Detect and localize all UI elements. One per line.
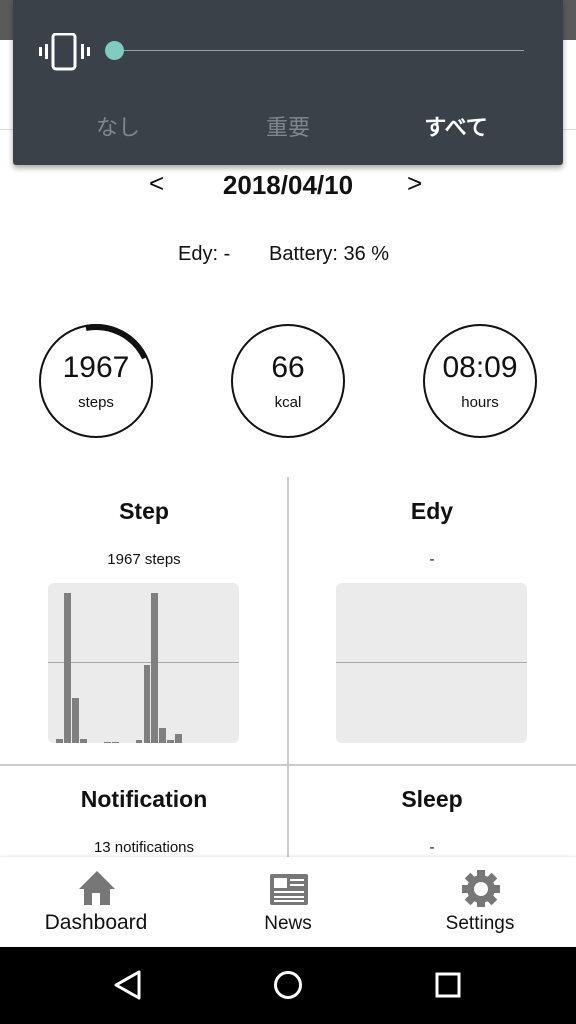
edy-card-title[interactable]: Edy bbox=[288, 498, 576, 525]
step-bar bbox=[143, 665, 151, 743]
option-important[interactable]: 重要 bbox=[228, 110, 348, 142]
vibrate-icon[interactable] bbox=[38, 33, 92, 71]
steps-value: 1967 bbox=[62, 351, 130, 384]
sleep-card-title[interactable]: Sleep bbox=[288, 786, 576, 813]
hours-ring: 08:09 hours bbox=[422, 323, 538, 439]
nav-news[interactable]: News bbox=[192, 857, 384, 947]
gear-icon bbox=[462, 870, 500, 907]
home-icon bbox=[79, 871, 115, 905]
step-bar bbox=[175, 734, 183, 743]
step-bar bbox=[103, 742, 111, 743]
bottom-nav: Dashboard News Settings bbox=[0, 857, 576, 947]
kcal-ring: 66 kcal bbox=[230, 323, 346, 439]
nav-dashboard[interactable]: Dashboard bbox=[0, 857, 192, 947]
date-label: 2018/04/10 bbox=[222, 170, 354, 200]
notification-card-title[interactable]: Notification bbox=[0, 786, 288, 813]
step-bar bbox=[71, 698, 79, 743]
steps-unit: steps bbox=[78, 394, 114, 411]
nav-label: Settings bbox=[445, 913, 515, 934]
notification-card-subtitle: 13 notifications bbox=[93, 839, 195, 856]
hours-unit: hours bbox=[461, 394, 499, 411]
edy-status: Edy: - bbox=[178, 243, 231, 265]
nav-label: Dashboard bbox=[44, 911, 148, 934]
chart-midline bbox=[336, 662, 527, 663]
kcal-value: 66 bbox=[271, 351, 305, 384]
step-card-title[interactable]: Step bbox=[0, 498, 288, 525]
step-bar bbox=[111, 742, 119, 743]
option-none[interactable]: なし bbox=[58, 110, 178, 142]
recents-icon[interactable] bbox=[432, 969, 464, 1001]
nav-settings[interactable]: Settings bbox=[384, 857, 576, 947]
edy-chart bbox=[336, 583, 527, 743]
step-bar bbox=[79, 739, 87, 743]
news-icon bbox=[270, 874, 308, 905]
step-bar bbox=[151, 592, 159, 743]
edy-card-subtitle: - bbox=[429, 551, 435, 568]
step-bar bbox=[167, 740, 175, 743]
grid-divider-horizontal bbox=[0, 764, 576, 766]
step-bar bbox=[55, 739, 63, 743]
hours-value: 08:09 bbox=[442, 351, 518, 384]
step-card-subtitle: 1967 steps bbox=[107, 551, 181, 568]
date-selector: 2018/04/10 < > bbox=[0, 168, 576, 204]
next-date-button[interactable]: > bbox=[407, 168, 422, 199]
volume-slider-thumb[interactable] bbox=[105, 41, 124, 60]
back-icon[interactable] bbox=[112, 969, 144, 1001]
step-bar bbox=[159, 728, 167, 743]
nav-label: News bbox=[264, 913, 312, 934]
system-nav-bar bbox=[0, 947, 576, 1024]
battery-status: Battery: 36 % bbox=[269, 243, 390, 265]
volume-slider-track[interactable] bbox=[106, 50, 524, 51]
volume-panel: なし 重要 すべて bbox=[13, 0, 563, 165]
step-bar bbox=[135, 740, 143, 743]
chart-midline bbox=[48, 662, 239, 663]
steps-ring: 1967 steps bbox=[38, 323, 154, 439]
option-all[interactable]: すべて bbox=[396, 110, 516, 142]
home-circle-icon[interactable] bbox=[272, 969, 304, 1001]
prev-date-button[interactable]: < bbox=[149, 168, 164, 199]
kcal-unit: kcal bbox=[274, 394, 302, 411]
sleep-card-subtitle: - bbox=[429, 839, 435, 856]
step-chart bbox=[48, 583, 239, 743]
step-bar bbox=[63, 592, 71, 743]
